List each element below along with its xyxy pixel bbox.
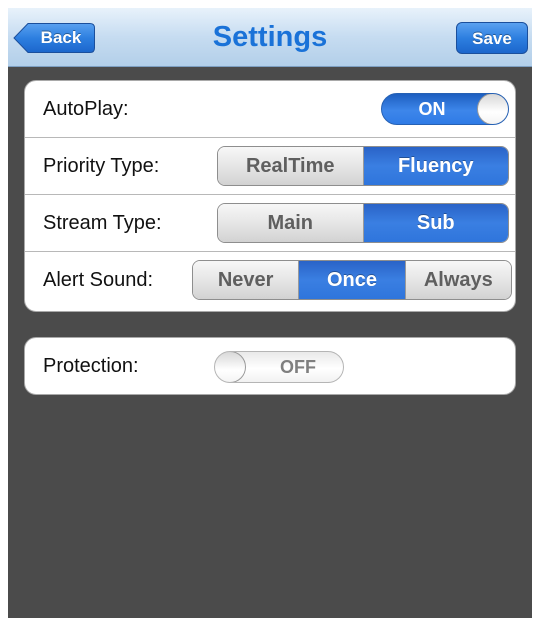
stream-type-row: Stream Type: Main Sub — [25, 195, 515, 252]
alert-option-once[interactable]: Once — [299, 261, 406, 299]
back-button[interactable]: Back — [13, 22, 96, 54]
alert-option-never[interactable]: Never — [193, 261, 300, 299]
settings-group-protection: Protection: OFF — [24, 337, 516, 395]
stream-type-label: Stream Type: — [43, 212, 162, 234]
stream-option-sub[interactable]: Sub — [363, 204, 508, 242]
stream-type-segmented-control: Main Sub — [217, 203, 509, 243]
priority-type-row: Priority Type: RealTime Fluency — [25, 138, 515, 195]
protection-toggle[interactable]: OFF — [214, 351, 344, 383]
settings-screen: Settings Back Save AutoPlay: ON Priority… — [8, 8, 532, 618]
priority-option-fluency[interactable]: Fluency — [363, 147, 508, 185]
save-button[interactable]: Save — [456, 22, 528, 54]
alert-sound-row: Alert Sound: Never Once Always — [25, 252, 515, 309]
priority-type-label: Priority Type: — [43, 155, 160, 177]
toggle-knob — [215, 352, 246, 382]
stream-option-main[interactable]: Main — [218, 204, 364, 242]
toggle-knob — [477, 94, 508, 124]
protection-toggle-state: OFF — [280, 357, 316, 377]
settings-group-playback: AutoPlay: ON Priority Type: RealTime Flu… — [24, 80, 516, 312]
alert-sound-label: Alert Sound: — [43, 269, 154, 291]
back-button-label: Back — [40, 28, 82, 47]
autoplay-toggle[interactable]: ON — [381, 93, 509, 125]
autoplay-label: AutoPlay: — [43, 98, 129, 120]
priority-option-realtime[interactable]: RealTime — [218, 147, 364, 185]
protection-row: Protection: OFF — [25, 338, 515, 395]
protection-label: Protection: — [43, 355, 139, 377]
autoplay-toggle-state: ON — [418, 99, 446, 119]
priority-type-segmented-control: RealTime Fluency — [217, 146, 509, 186]
alert-option-always[interactable]: Always — [405, 261, 511, 299]
autoplay-row: AutoPlay: ON — [25, 81, 515, 138]
alert-sound-segmented-control: Never Once Always — [192, 260, 512, 300]
navigation-bar: Settings Back Save — [8, 8, 532, 67]
